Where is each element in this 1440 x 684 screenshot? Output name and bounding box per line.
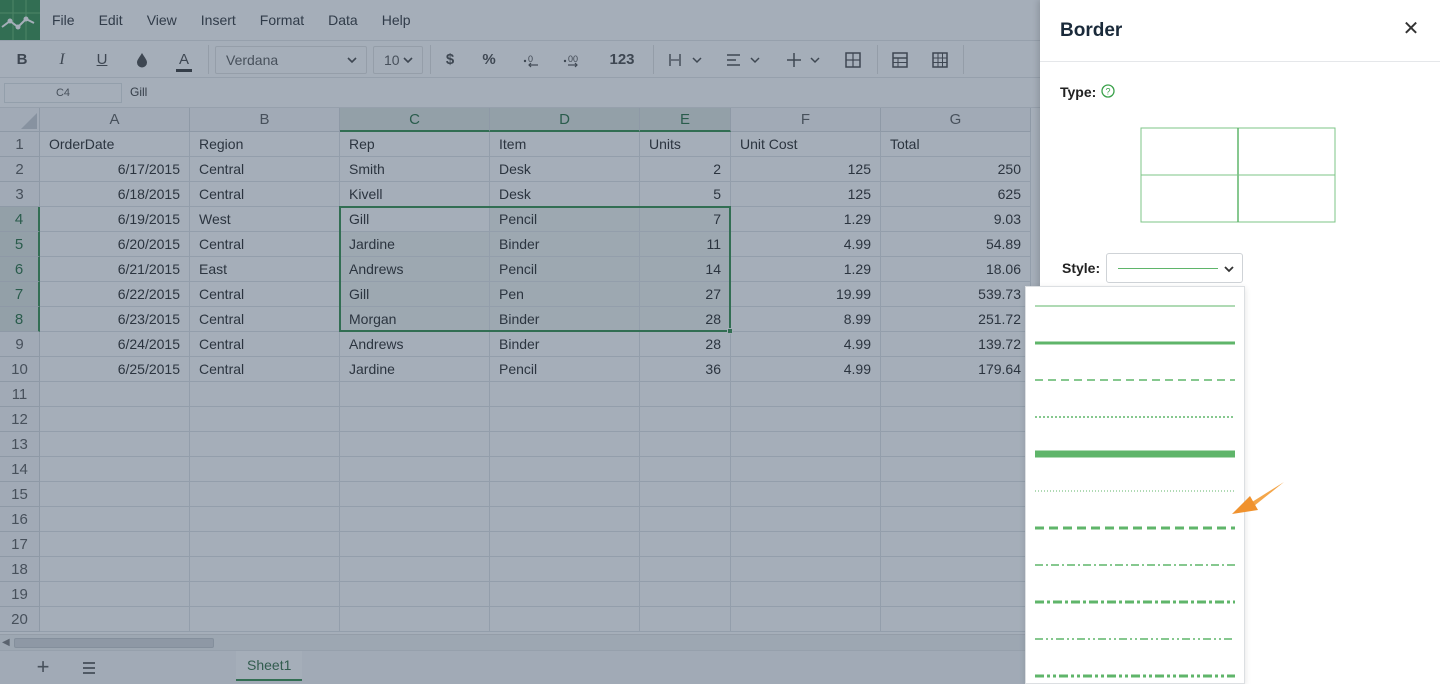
line-style-hair-icon	[1035, 490, 1235, 492]
border-style-dropdown	[1025, 286, 1245, 684]
close-button[interactable]: ✕	[1400, 18, 1422, 40]
selected-style-preview	[1118, 268, 1218, 269]
border-style-option-medium-dash-dot[interactable]	[1026, 583, 1244, 620]
panel-divider	[1040, 61, 1440, 62]
help-icon[interactable]: ?	[1101, 84, 1117, 100]
line-style-dash-dot-dot-icon	[1035, 638, 1235, 640]
line-style-medium-icon	[1035, 341, 1235, 345]
border-style-option-dash-dot-dot[interactable]	[1026, 620, 1244, 657]
annotation-arrow-icon	[1232, 482, 1284, 514]
line-style-thick-icon	[1035, 450, 1235, 458]
border-style-option-dash-dot[interactable]	[1026, 546, 1244, 583]
chevron-down-icon	[1224, 266, 1234, 273]
style-label: Style:	[1062, 260, 1101, 276]
border-style-option-medium-dashed[interactable]	[1026, 509, 1244, 546]
line-style-medium-dash-dot-icon	[1035, 600, 1235, 604]
type-label: Type:	[1060, 84, 1097, 100]
svg-text:?: ?	[1105, 87, 1110, 97]
line-style-dotted-icon	[1035, 416, 1235, 418]
border-style-option-dashed[interactable]	[1026, 361, 1244, 398]
line-style-thin-icon	[1035, 305, 1235, 307]
border-type-preview[interactable]	[1140, 127, 1336, 223]
line-style-dashed-icon	[1035, 379, 1235, 381]
border-style-option-thin[interactable]	[1026, 287, 1244, 324]
border-style-option-hair[interactable]	[1026, 472, 1244, 509]
border-style-option-medium-dash-dot-dot[interactable]	[1026, 657, 1244, 683]
line-style-dash-dot-icon	[1035, 564, 1235, 566]
border-style-option-thick[interactable]	[1026, 435, 1244, 472]
border-style-option-dotted[interactable]	[1026, 398, 1244, 435]
line-style-medium-dashed-icon	[1035, 526, 1235, 530]
border-style-select[interactable]	[1106, 253, 1243, 283]
line-style-medium-dash-dot-dot-icon	[1035, 674, 1235, 678]
border-style-option-medium[interactable]	[1026, 324, 1244, 361]
panel-title: Border	[1060, 20, 1123, 41]
